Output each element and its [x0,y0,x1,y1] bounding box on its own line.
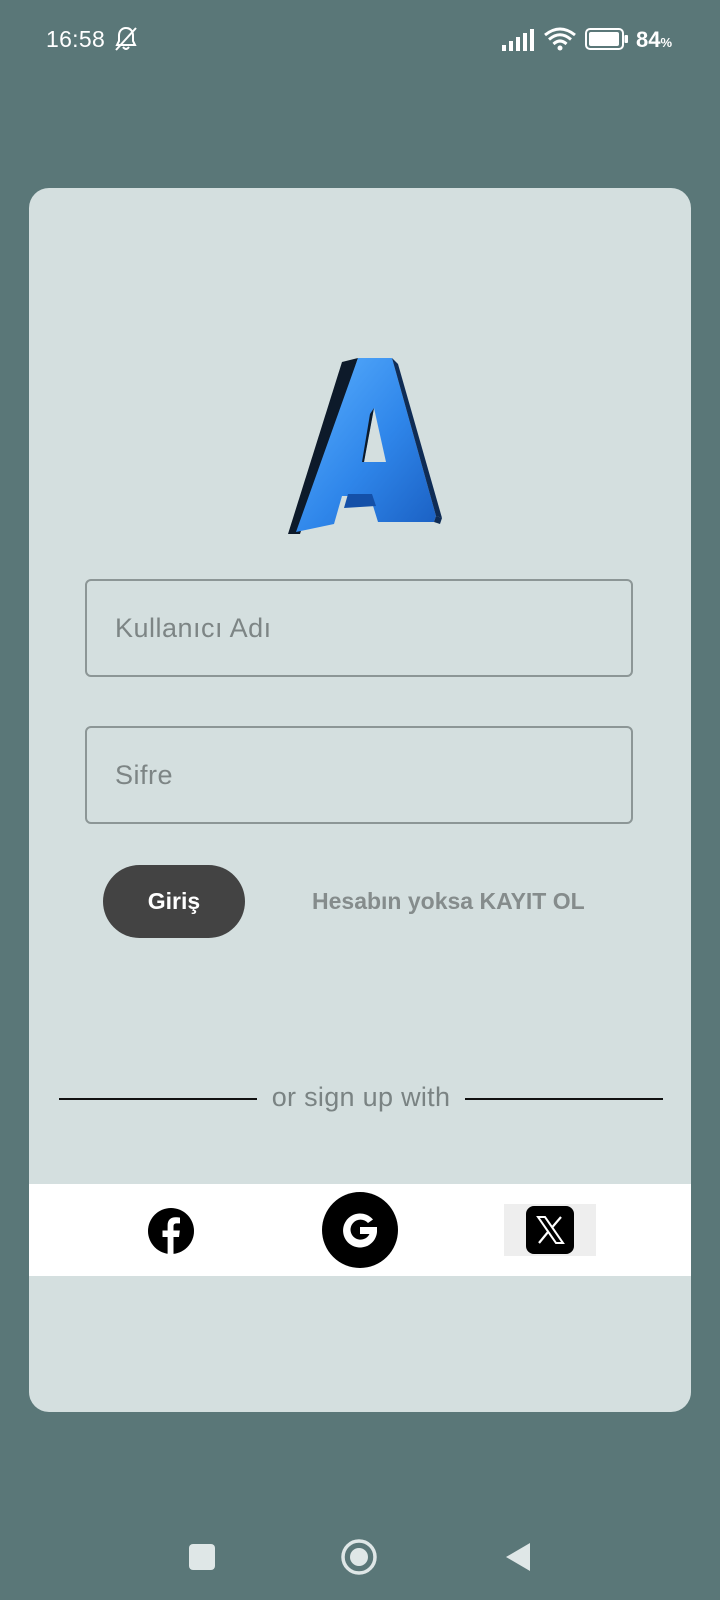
password-field[interactable] [85,726,633,824]
battery-icon [585,28,628,50]
bell-off-icon [115,26,137,51]
x-icon [526,1206,574,1254]
battery-percentage: 84% [636,27,673,52]
google-icon[interactable] [322,1192,398,1268]
username-input[interactable] [87,581,631,675]
login-button[interactable]: Giriş [103,865,245,938]
social-divider: or sign up with [59,1078,663,1118]
home-icon[interactable] [340,1538,378,1576]
wifi-icon [544,27,576,51]
register-link[interactable]: Hesabın yoksa KAYIT OL [312,888,585,915]
login-card: Giriş Hesabın yoksa KAYIT OL or sign up … [29,188,691,1412]
divider-line-left [59,1098,257,1100]
letter-a-3d-logo [288,358,442,534]
divider-text: or sign up with [271,1082,451,1112]
facebook-icon[interactable] [148,1208,194,1254]
signal-icon [502,29,534,51]
social-login-bar [29,1184,691,1276]
back-icon[interactable] [504,1542,532,1572]
x-login-tile[interactable] [504,1204,596,1256]
status-bar: 16:58 84% [0,0,720,80]
status-time: 16:58 [46,26,106,52]
password-input[interactable] [87,728,631,822]
divider-line-right [465,1098,663,1100]
system-nav-bar [0,1500,720,1600]
username-field[interactable] [85,579,633,677]
recents-icon[interactable] [188,1543,216,1571]
